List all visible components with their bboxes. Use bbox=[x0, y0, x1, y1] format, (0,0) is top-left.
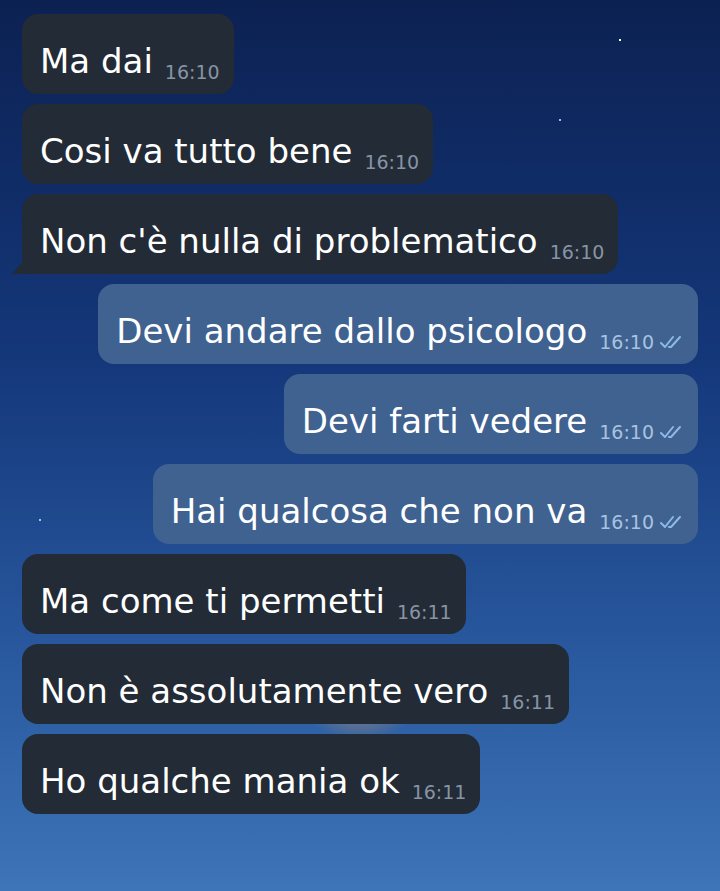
outgoing-message[interactable]: Hai qualcosa che non va 16:10 bbox=[153, 464, 698, 544]
message-time: 16:10 bbox=[364, 150, 419, 174]
message-meta: 16:11 bbox=[500, 690, 555, 714]
message-text: Hai qualcosa che non va bbox=[171, 488, 588, 534]
incoming-message[interactable]: Ma come ti permetti 16:11 bbox=[22, 554, 466, 634]
message-meta: 16:10 bbox=[364, 150, 419, 174]
read-checks-icon bbox=[660, 424, 684, 440]
message-time: 16:11 bbox=[397, 600, 452, 624]
incoming-message[interactable]: Ho qualche mania ok 16:11 bbox=[22, 734, 480, 814]
message-row: Ma dai 16:10 bbox=[22, 14, 698, 94]
message-row: Devi farti vedere 16:10 bbox=[22, 374, 698, 454]
message-text: Non è assolutamente vero bbox=[40, 668, 488, 714]
message-meta: 16:10 bbox=[550, 240, 605, 264]
message-row: Hai qualcosa che non va 16:10 bbox=[22, 464, 698, 544]
incoming-message[interactable]: Cosi va tutto bene 16:10 bbox=[22, 104, 433, 184]
message-text: Non c'è nulla di problematico bbox=[40, 218, 538, 264]
message-time: 16:11 bbox=[412, 780, 467, 804]
message-meta: 16:11 bbox=[412, 780, 467, 804]
message-text: Ma dai bbox=[40, 38, 153, 84]
message-row: Non è assolutamente vero 16:11 bbox=[22, 644, 698, 724]
message-meta: 16:10 bbox=[599, 420, 684, 444]
message-row: Ho qualche mania ok 16:11 bbox=[22, 734, 698, 814]
message-row: Devi andare dallo psicologo 16:10 bbox=[22, 284, 698, 364]
message-meta: 16:10 bbox=[599, 510, 684, 534]
outgoing-message[interactable]: Devi farti vedere 16:10 bbox=[284, 374, 698, 454]
message-time: 16:10 bbox=[165, 60, 220, 84]
message-row: Non c'è nulla di problematico 16:10 bbox=[22, 194, 698, 274]
incoming-message[interactable]: Ma dai 16:10 bbox=[22, 14, 234, 94]
incoming-message[interactable]: Non è assolutamente vero 16:11 bbox=[22, 644, 569, 724]
message-time: 16:10 bbox=[599, 510, 654, 534]
message-meta: 16:11 bbox=[397, 600, 452, 624]
message-time: 16:11 bbox=[500, 690, 555, 714]
message-time: 16:10 bbox=[599, 420, 654, 444]
message-text: Ma come ti permetti bbox=[40, 578, 385, 624]
message-text: Ho qualche mania ok bbox=[40, 758, 400, 804]
message-text: Devi farti vedere bbox=[302, 398, 588, 444]
message-row: Ma come ti permetti 16:11 bbox=[22, 554, 698, 634]
read-checks-icon bbox=[660, 514, 684, 530]
message-time: 16:10 bbox=[550, 240, 605, 264]
message-text: Devi andare dallo psicologo bbox=[116, 308, 587, 354]
incoming-message[interactable]: Non c'è nulla di problematico 16:10 bbox=[22, 194, 618, 274]
chat-screen: Ma dai16:10Cosi va tutto bene16:10Non c'… bbox=[0, 0, 720, 891]
message-row: Cosi va tutto bene 16:10 bbox=[22, 104, 698, 184]
message-meta: 16:10 bbox=[165, 60, 220, 84]
message-text: Cosi va tutto bene bbox=[40, 128, 352, 174]
read-checks-icon bbox=[660, 334, 684, 350]
message-meta: 16:10 bbox=[599, 330, 684, 354]
outgoing-message[interactable]: Devi andare dallo psicologo 16:10 bbox=[98, 284, 698, 364]
message-time: 16:10 bbox=[599, 330, 654, 354]
